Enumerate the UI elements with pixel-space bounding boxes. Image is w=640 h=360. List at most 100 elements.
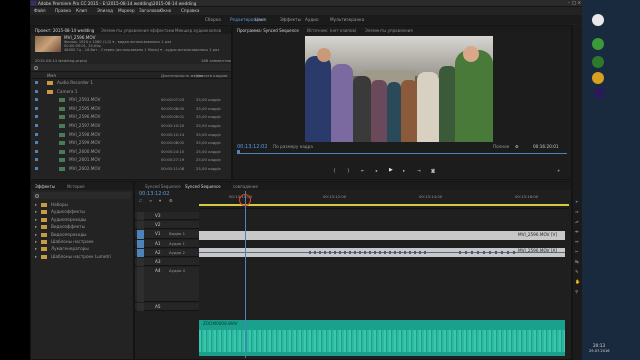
desktop-gadget-icon[interactable] bbox=[592, 72, 604, 84]
track-header[interactable]: A3 bbox=[135, 258, 199, 266]
ripple-edit-icon[interactable]: ⟛ bbox=[575, 219, 579, 224]
track-header[interactable]: A5 bbox=[135, 303, 199, 311]
menu-item[interactable]: Правка bbox=[55, 8, 71, 13]
project-list-item[interactable]: Audio Recorder 1 bbox=[31, 80, 231, 86]
project-list-item[interactable]: MVI_2601.MOV 00:00:27:19 25,00 кадр/с bbox=[31, 157, 231, 163]
track-source-patch[interactable] bbox=[137, 303, 144, 311]
effects-folder[interactable]: ▸ Шаблоны настроек bbox=[31, 239, 131, 245]
expand-arrow-icon[interactable]: ▸ bbox=[35, 247, 37, 251]
expand-arrow-icon[interactable]: ▸ bbox=[35, 254, 37, 259]
tab-history[interactable]: История bbox=[67, 184, 85, 189]
workspace-tab[interactable]: Мультиэкранка bbox=[330, 17, 364, 22]
close-button[interactable]: × bbox=[577, 0, 581, 5]
column-name[interactable]: Имя bbox=[47, 73, 56, 78]
mark-in-icon[interactable]: { bbox=[333, 168, 336, 173]
tab-sequence[interactable]: Synced Sequence bbox=[145, 184, 181, 189]
play-icon[interactable]: ▶ bbox=[389, 168, 393, 173]
menu-item[interactable]: Файл bbox=[34, 8, 46, 13]
track-header[interactable]: V2 bbox=[135, 221, 199, 229]
wrench-icon[interactable]: ⚙ bbox=[169, 198, 173, 203]
work-area-bar[interactable] bbox=[199, 204, 569, 206]
tab-audio-clip-mixer[interactable]: Микшер аудиоклипов bbox=[175, 28, 221, 33]
track-header[interactable]: A1 Аудио 1 bbox=[135, 240, 199, 248]
workspace-tab[interactable]: Цвет bbox=[255, 17, 266, 22]
desktop-gadget-icon[interactable] bbox=[592, 38, 604, 50]
linked-selection-icon[interactable]: ∞ bbox=[149, 198, 153, 203]
tab-source[interactable]: Источник: (нет клипов) bbox=[307, 28, 356, 33]
tab-effects[interactable]: Эффекты bbox=[35, 184, 55, 189]
go-to-in-icon[interactable]: ⇤ bbox=[361, 168, 365, 173]
wrench-icon[interactable]: ⚙ bbox=[515, 144, 519, 149]
button-editor-icon[interactable]: + bbox=[557, 168, 561, 173]
project-list-item[interactable]: MVI_2598.MOV 00:00:12:14 25,00 кадр/с bbox=[31, 132, 231, 138]
minimize-button[interactable]: – bbox=[568, 0, 570, 5]
workspace-tab[interactable]: Аудио bbox=[305, 17, 319, 22]
expand-arrow-icon[interactable]: ▸ bbox=[35, 210, 37, 214]
razor-icon[interactable]: ✂ bbox=[575, 249, 579, 254]
workspace-tab[interactable]: Эффекты bbox=[280, 17, 301, 22]
program-timecode[interactable]: 00:13:12:02 bbox=[237, 145, 268, 150]
effects-search-input[interactable] bbox=[33, 192, 131, 199]
track-source-patch[interactable] bbox=[137, 258, 144, 266]
track-source-patch[interactable] bbox=[137, 240, 144, 248]
step-back-icon[interactable]: ◂ bbox=[375, 168, 377, 173]
menu-item[interactable]: Эпизод bbox=[97, 8, 113, 13]
project-list-item[interactable]: MVI_2593.MOV 00:00:07:03 25,00 кадр/с bbox=[31, 97, 231, 103]
workspace-tab[interactable]: Сборка bbox=[205, 17, 221, 22]
menu-item[interactable]: Справка bbox=[181, 8, 199, 13]
export-frame-icon[interactable]: ◙ bbox=[431, 168, 435, 173]
track-source-patch[interactable] bbox=[137, 221, 144, 229]
track-source-patch[interactable] bbox=[137, 230, 144, 239]
time-ruler[interactable] bbox=[199, 191, 569, 209]
tab-effect-controls[interactable]: Элементы управления эффектами bbox=[101, 28, 174, 33]
effects-folder[interactable]: ▸ Аудиоэффекты bbox=[31, 209, 131, 215]
timeline-timecode[interactable]: 00:13:12:02 bbox=[139, 192, 170, 197]
hand-icon[interactable]: ✋ bbox=[575, 279, 580, 284]
project-list-item[interactable]: MVI_2596.MOV 00:00:09:01 25,00 кадр/с bbox=[31, 114, 231, 120]
column-fps[interactable]: Частота кадров bbox=[196, 74, 228, 78]
effects-folder[interactable]: ▸ Видеоэффекты bbox=[31, 224, 131, 230]
maximize-button[interactable]: □ bbox=[572, 0, 576, 5]
expand-arrow-icon[interactable]: ▸ bbox=[35, 217, 37, 222]
tab-program[interactable]: Программа: Synced Sequence bbox=[237, 28, 299, 33]
project-list-item[interactable]: MVI_2595.MOV 00:00:06:05 25,00 кадр/с bbox=[31, 106, 231, 112]
track-source-patch[interactable] bbox=[137, 212, 144, 220]
go-to-out-icon[interactable]: ⇥ bbox=[417, 168, 421, 173]
quality-dropdown[interactable]: Полное bbox=[493, 144, 509, 149]
selection-tool-icon[interactable]: ➤ bbox=[575, 199, 579, 204]
track-source-patch[interactable] bbox=[137, 267, 144, 302]
tab-controls[interactable]: Элементы управления bbox=[365, 28, 413, 33]
tab-project[interactable]: Проект: 2015-08-14 wedding bbox=[35, 28, 94, 33]
track-header[interactable]: V1 Видео 1 bbox=[135, 230, 199, 239]
track-source-patch[interactable] bbox=[137, 249, 144, 257]
expand-arrow-icon[interactable]: ▸ bbox=[35, 239, 37, 244]
effects-folder[interactable]: ▸ Лумагенераторы bbox=[31, 246, 131, 252]
track-header[interactable]: V3 bbox=[135, 212, 199, 220]
mark-out-icon[interactable]: } bbox=[347, 168, 350, 173]
audio-clip-zoom[interactable]: ZOOM0008.WAV bbox=[199, 320, 565, 356]
add-marker-icon[interactable]: ▾ bbox=[159, 198, 161, 203]
track-select-icon[interactable]: ⇒ bbox=[575, 209, 579, 214]
expand-arrow-icon[interactable]: ▸ bbox=[35, 202, 37, 207]
zoom-icon[interactable]: ⚲ bbox=[575, 289, 578, 294]
effects-folder[interactable]: ▸ Аудиопереходы bbox=[31, 217, 131, 223]
project-list-item[interactable]: MVI_2597.MOV 00:00:10:20 25,00 кадр/с bbox=[31, 123, 231, 129]
project-list-item[interactable]: Camera 1 bbox=[31, 89, 231, 95]
tab-match[interactable]: совпадение bbox=[233, 184, 258, 189]
tab-sequence-active[interactable]: Synced Sequence bbox=[185, 184, 221, 189]
project-list-item[interactable]: MVI_2599.MOV 00:00:08:02 25,00 кадр/с bbox=[31, 140, 231, 146]
audio-clip[interactable]: MVI_2596.MOV [A] bbox=[199, 248, 565, 257]
snap-icon[interactable]: ⊏ bbox=[139, 198, 143, 203]
menu-item[interactable]: Окно bbox=[160, 8, 171, 13]
menu-item[interactable]: Заголовок bbox=[139, 8, 162, 13]
slip-icon[interactable]: ↹ bbox=[575, 259, 579, 264]
video-clip[interactable]: MVI_2596.MOV [V] bbox=[199, 231, 565, 240]
track-header[interactable]: A2 Аудио 2 bbox=[135, 249, 199, 257]
project-list-item[interactable]: MVI_2602.MOV 00:00:11:08 25,00 кадр/с bbox=[31, 166, 231, 172]
playhead-line[interactable] bbox=[245, 191, 246, 358]
pen-icon[interactable]: ✎ bbox=[575, 269, 579, 274]
desktop-gadget-icon[interactable] bbox=[592, 14, 604, 26]
playhead-marker[interactable] bbox=[237, 150, 240, 154]
expand-arrow-icon[interactable]: ▸ bbox=[35, 224, 37, 229]
program-scrub-bar[interactable] bbox=[237, 153, 567, 154]
